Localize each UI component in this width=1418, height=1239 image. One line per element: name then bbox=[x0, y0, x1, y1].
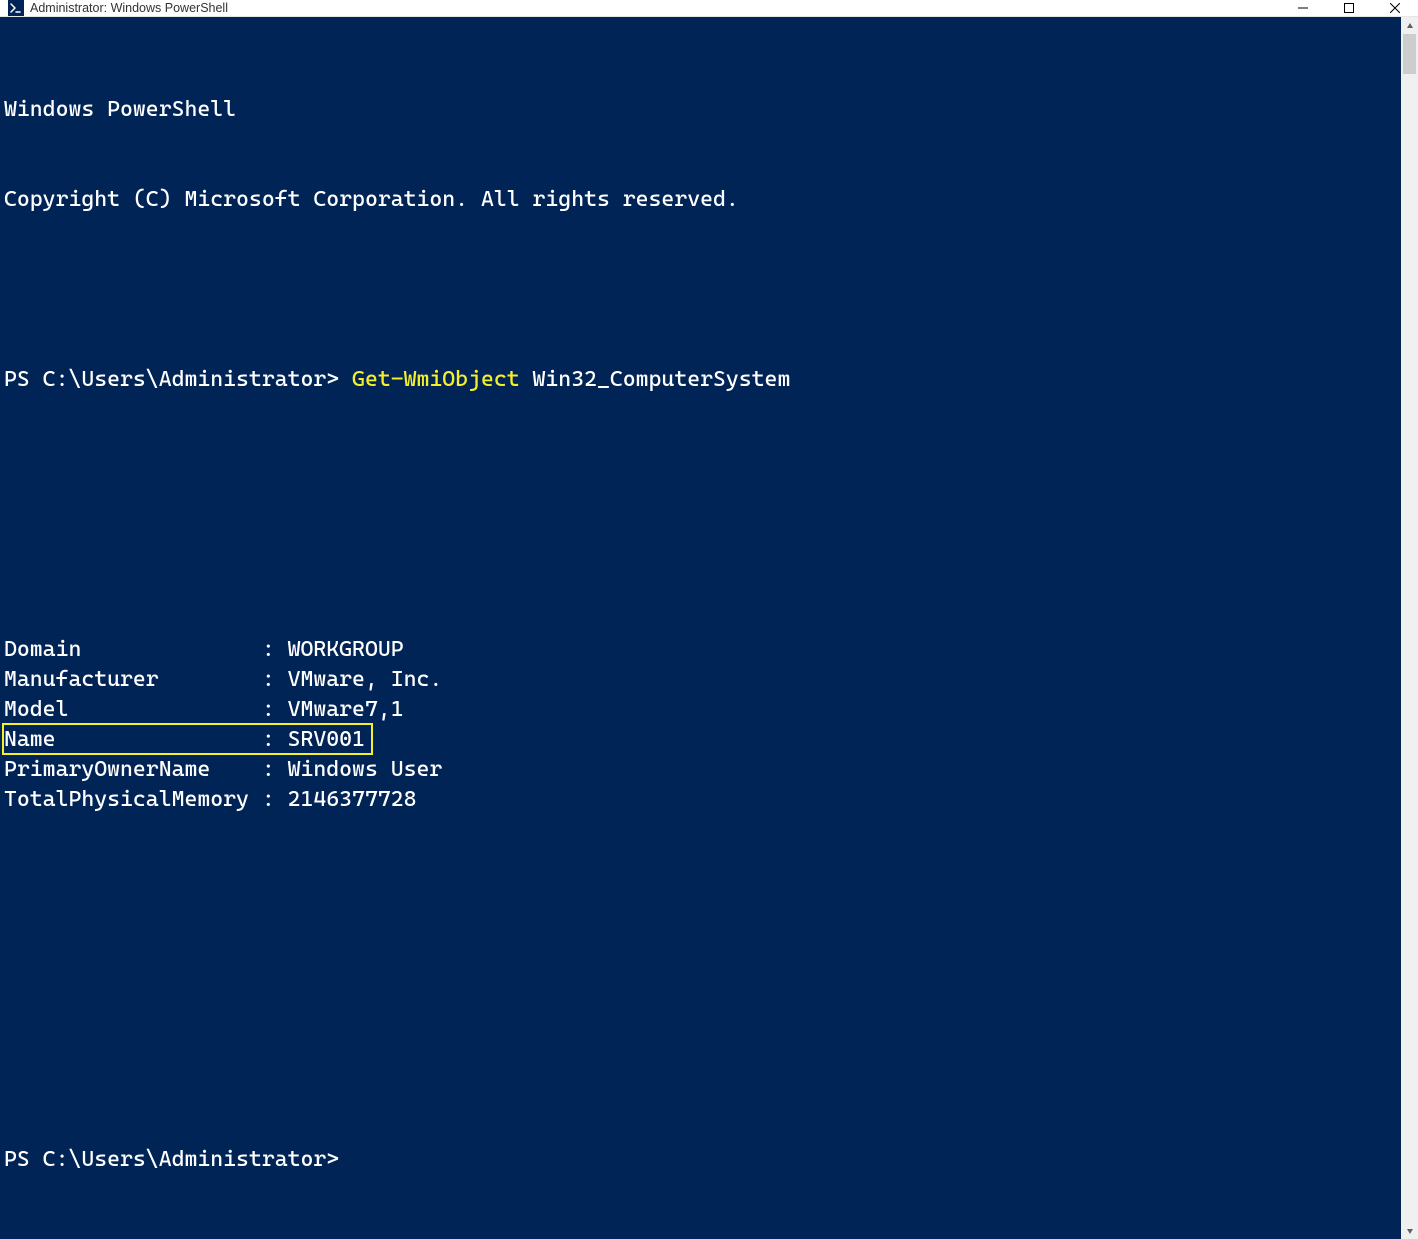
scroll-up-button[interactable] bbox=[1401, 17, 1418, 34]
scroll-track[interactable] bbox=[1401, 34, 1418, 1222]
output-value: 2146377728 bbox=[288, 785, 417, 815]
output-value: VMware, Inc. bbox=[288, 665, 443, 695]
output-key: PrimaryOwnerName bbox=[4, 755, 262, 785]
output-value: VMware7,1 bbox=[288, 695, 404, 725]
scroll-down-button[interactable] bbox=[1401, 1222, 1418, 1239]
output-separator: : bbox=[262, 695, 288, 725]
output-separator: : bbox=[262, 665, 288, 695]
vertical-scrollbar[interactable] bbox=[1401, 17, 1418, 1239]
output-row: Domain: WORKGROUP bbox=[4, 635, 1397, 665]
terminal-output[interactable]: Windows PowerShell Copyright (C) Microso… bbox=[0, 17, 1401, 1239]
minimize-button[interactable] bbox=[1280, 0, 1326, 16]
close-button[interactable] bbox=[1372, 0, 1418, 16]
blank-line bbox=[4, 275, 1397, 305]
output-value: Windows User bbox=[288, 755, 443, 785]
prompt-line: PS C:\Users\Administrator> bbox=[4, 1145, 1397, 1175]
output-key: TotalPhysicalMemory bbox=[4, 785, 262, 815]
output-row: Model: VMware7,1 bbox=[4, 695, 1397, 725]
banner-line: Copyright (C) Microsoft Corporation. All… bbox=[4, 185, 1397, 215]
prompt-prefix: PS C:\Users\Administrator> bbox=[4, 367, 352, 392]
terminal-container: Windows PowerShell Copyright (C) Microso… bbox=[0, 17, 1418, 1239]
blank-line bbox=[4, 965, 1397, 995]
output-key: Model bbox=[4, 695, 262, 725]
output-row: Name: SRV001 bbox=[4, 725, 1397, 755]
window-controls bbox=[1280, 0, 1418, 16]
output-row: TotalPhysicalMemory: 2146377728 bbox=[4, 785, 1397, 815]
blank-line bbox=[4, 455, 1397, 485]
output-separator: : bbox=[262, 785, 288, 815]
output-separator: : bbox=[262, 755, 288, 785]
blank-line bbox=[4, 1055, 1397, 1085]
blank-line bbox=[4, 875, 1397, 905]
scroll-thumb[interactable] bbox=[1403, 34, 1416, 74]
output-row: PrimaryOwnerName: Windows User bbox=[4, 755, 1397, 785]
blank-line bbox=[4, 545, 1397, 575]
output-separator: : bbox=[262, 635, 288, 665]
output-value: SRV001 bbox=[288, 725, 365, 755]
output-row: Manufacturer: VMware, Inc. bbox=[4, 665, 1397, 695]
cmdlet-name: Get-WmiObject bbox=[352, 367, 520, 392]
output-key: Manufacturer bbox=[4, 665, 262, 695]
prompt-line: PS C:\Users\Administrator> Get-WmiObject… bbox=[4, 365, 1397, 395]
cmd-argument: Win32_ComputerSystem bbox=[520, 367, 791, 392]
maximize-button[interactable] bbox=[1326, 0, 1372, 16]
output-key: Name bbox=[4, 725, 262, 755]
output-value: WORKGROUP bbox=[288, 635, 404, 665]
output-separator: : bbox=[262, 725, 288, 755]
powershell-icon bbox=[8, 0, 24, 16]
output-key: Domain bbox=[4, 635, 262, 665]
window-titlebar: Administrator: Windows PowerShell bbox=[0, 0, 1418, 17]
banner-line: Windows PowerShell bbox=[4, 95, 1397, 125]
window-title: Administrator: Windows PowerShell bbox=[30, 1, 228, 15]
